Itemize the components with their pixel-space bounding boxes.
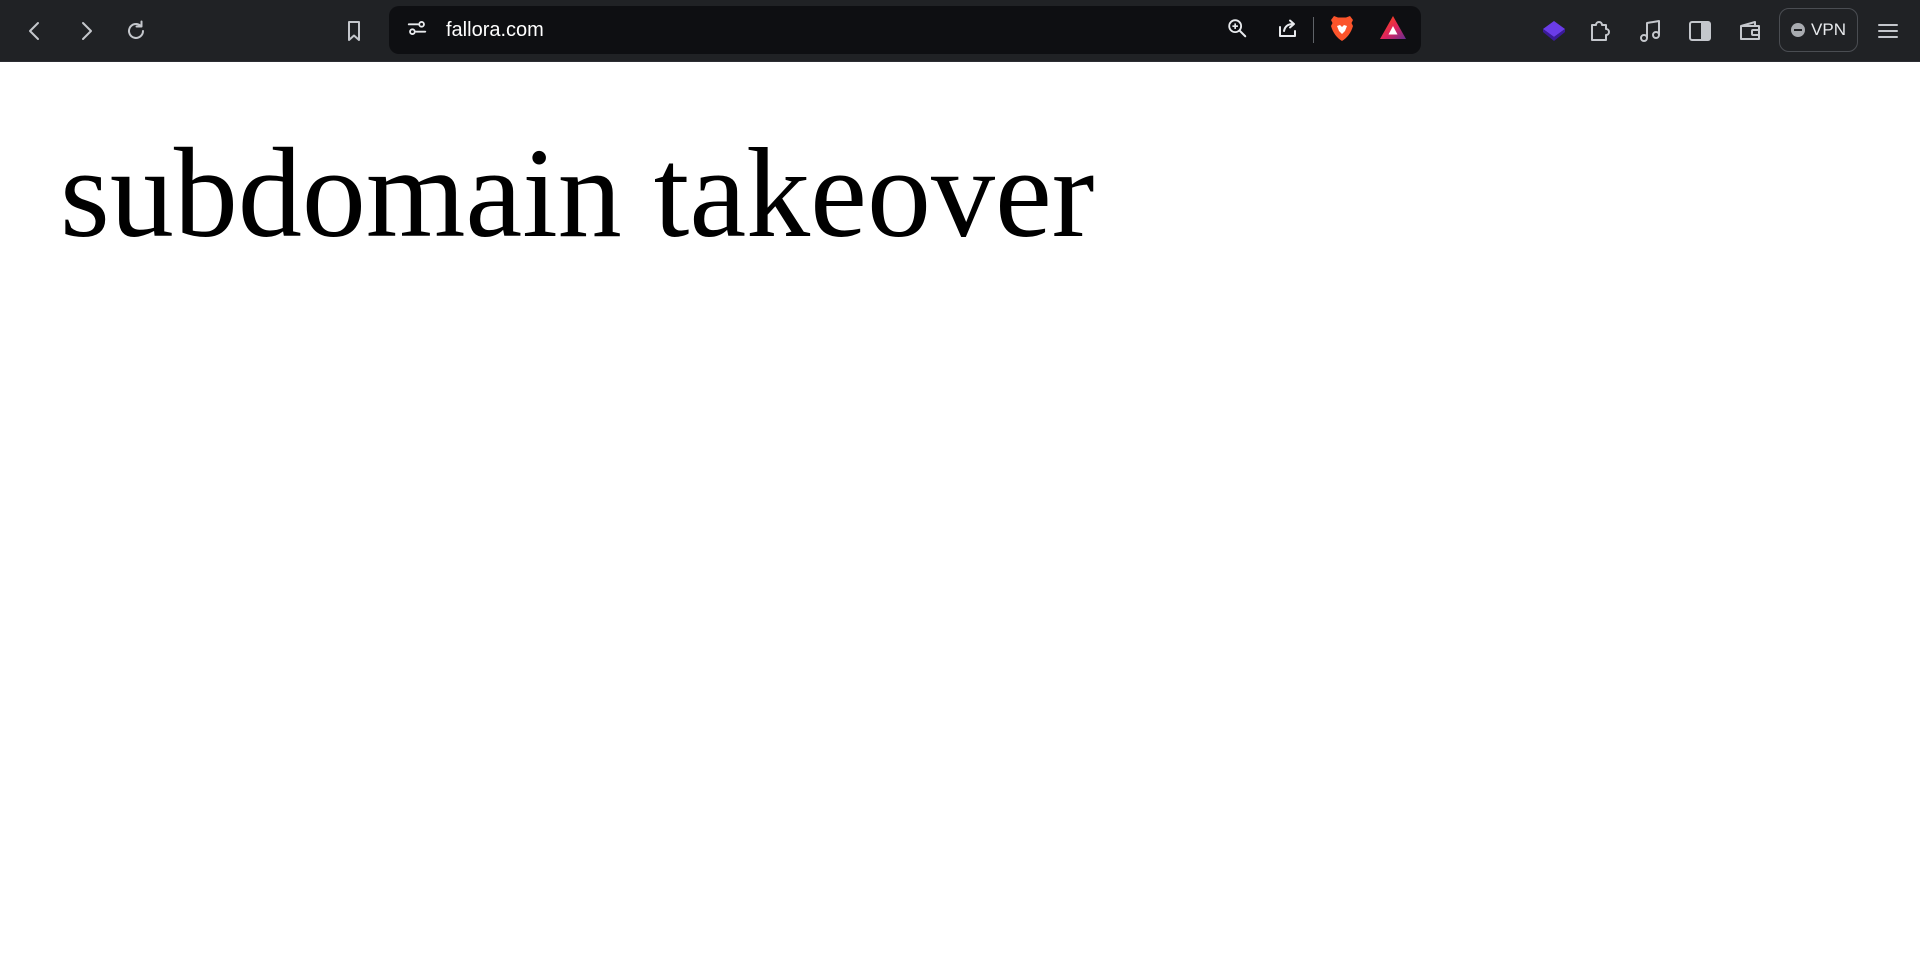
menu-button[interactable]	[1868, 11, 1908, 51]
wallet-icon	[1737, 18, 1763, 44]
back-icon	[23, 19, 47, 43]
zoom-button[interactable]	[1219, 12, 1255, 48]
wallet-extension-icon	[1541, 18, 1567, 44]
wallet-extension-button[interactable]	[1534, 11, 1574, 51]
extensions-icon	[1587, 18, 1613, 44]
brave-shields-button[interactable]	[1324, 12, 1360, 48]
url-divider	[1313, 17, 1314, 43]
url-input[interactable]	[446, 6, 1146, 54]
page-heading: subdomain takeover	[60, 122, 1095, 264]
reload-button[interactable]	[116, 11, 156, 51]
browser-toolbar: VPN	[0, 0, 1920, 62]
vpn-label: VPN	[1811, 20, 1846, 39]
forward-button[interactable]	[66, 11, 106, 51]
bookmark-icon	[342, 19, 366, 43]
wallet-button[interactable]	[1730, 11, 1770, 51]
forward-icon	[74, 19, 98, 43]
address-bar[interactable]	[389, 6, 1421, 54]
back-button[interactable]	[15, 11, 55, 51]
share-button[interactable]	[1270, 12, 1306, 48]
extensions-button[interactable]	[1580, 11, 1620, 51]
bookmark-button[interactable]	[334, 11, 374, 51]
brave-rewards-button[interactable]	[1375, 12, 1411, 48]
zoom-icon	[1226, 17, 1248, 44]
brave-rewards-icon	[1379, 15, 1407, 46]
media-icon	[1637, 18, 1663, 44]
brave-shields-icon	[1329, 14, 1355, 47]
sidebar-button[interactable]	[1680, 11, 1720, 51]
vpn-status-icon	[1791, 23, 1806, 37]
vpn-button[interactable]: VPN	[1779, 8, 1858, 52]
site-settings-icon	[406, 17, 428, 44]
sidebar-icon	[1687, 18, 1713, 44]
site-settings-button[interactable]	[399, 12, 435, 48]
media-button[interactable]	[1630, 11, 1670, 51]
menu-icon	[1876, 19, 1900, 43]
share-icon	[1276, 16, 1300, 45]
reload-icon	[124, 19, 148, 43]
